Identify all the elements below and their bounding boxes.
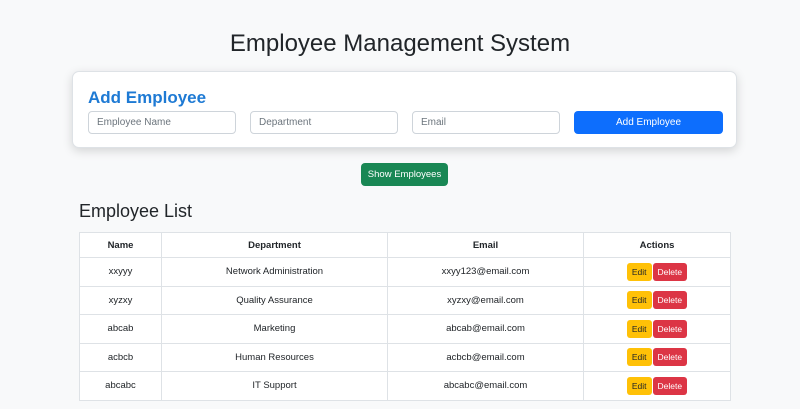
- cell-email: abcab@email.com: [387, 314, 584, 344]
- department-input[interactable]: [250, 111, 398, 134]
- delete-button[interactable]: Delete: [652, 348, 688, 367]
- employee-name-input[interactable]: [88, 111, 236, 134]
- delete-button[interactable]: Delete: [652, 376, 688, 395]
- cell-name: xyzxy: [79, 285, 162, 315]
- cell-name: abcab: [79, 314, 162, 344]
- cell-department: Quality Assurance: [161, 285, 388, 315]
- add-employee-card: Add Employee Add Employee: [72, 71, 737, 148]
- cell-department: Human Resources: [161, 342, 388, 372]
- employee-list-title: Employee List: [79, 201, 193, 221]
- table-row: xxyyy Network Administration xxyy123@ema…: [79, 257, 731, 287]
- table-row: acbcb Human Resources acbcb@email.com Ed…: [79, 342, 731, 372]
- cell-name: acbcb: [79, 342, 162, 372]
- edit-button[interactable]: Edit: [626, 291, 652, 310]
- cell-department: Marketing: [161, 314, 388, 344]
- email-input[interactable]: [412, 111, 560, 134]
- cell-department: IT Support: [161, 371, 388, 401]
- cell-actions: Edit Delete: [583, 314, 731, 344]
- cell-actions: Edit Delete: [583, 342, 731, 372]
- table-row: abcab Marketing abcab@email.com Edit Dele…: [79, 314, 731, 344]
- cell-name: abcabc: [79, 371, 162, 401]
- delete-button[interactable]: Delete: [652, 319, 688, 338]
- edit-button[interactable]: Edit: [626, 319, 652, 338]
- show-employees-button[interactable]: Show Employees: [361, 163, 448, 186]
- cell-actions: Edit Delete: [583, 257, 731, 287]
- cell-email: abcabc@email.com: [387, 371, 584, 401]
- cell-name: xxyyy: [79, 257, 162, 287]
- edit-button[interactable]: Edit: [626, 348, 652, 367]
- cell-email: acbcb@email.com: [387, 342, 584, 372]
- cell-actions: Edit Delete: [583, 285, 731, 315]
- cell-email: xxyy123@email.com: [387, 257, 584, 287]
- table-row: xyzxy Quality Assurance xyzxy@email.com …: [79, 285, 731, 315]
- delete-button[interactable]: Delete: [652, 291, 688, 310]
- header-actions: Actions: [583, 232, 731, 258]
- cell-email: xyzxy@email.com: [387, 285, 584, 315]
- header-department: Department: [161, 232, 388, 258]
- header-name: Name: [79, 232, 162, 258]
- add-employee-title: Add Employee: [88, 88, 207, 107]
- edit-button[interactable]: Edit: [626, 262, 652, 281]
- header-email: Email: [387, 232, 584, 258]
- table-row: abcabc IT Support abcabc@email.com Edit D…: [79, 371, 731, 401]
- cell-actions: Edit Delete: [583, 371, 731, 401]
- add-employee-button[interactable]: Add Employee: [574, 111, 723, 134]
- edit-button[interactable]: Edit: [626, 376, 652, 395]
- page-title: Employee Management System: [229, 30, 571, 57]
- table-header-row: Name Department Email Actions: [79, 232, 731, 258]
- delete-button[interactable]: Delete: [652, 262, 688, 281]
- cell-department: Network Administration: [161, 257, 388, 287]
- employee-table: Name Department Email Actions xxyyy Netw…: [79, 232, 731, 401]
